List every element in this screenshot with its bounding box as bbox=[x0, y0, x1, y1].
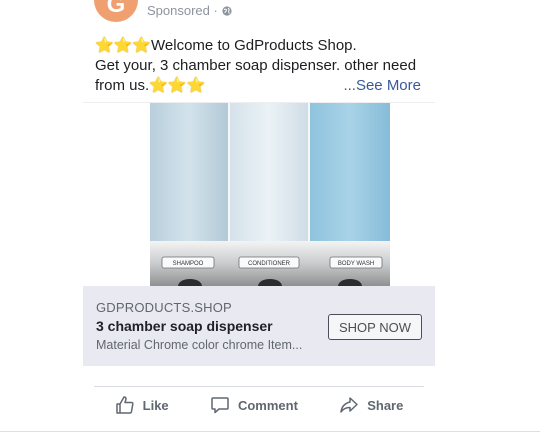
share-button[interactable]: Share bbox=[339, 395, 403, 415]
label-body-wash: BODY WASH bbox=[338, 261, 374, 267]
comment-icon bbox=[211, 397, 229, 414]
post-caption: ⭐⭐⭐Welcome to GdProducts Shop. Get your,… bbox=[95, 36, 421, 96]
globe-icon bbox=[222, 5, 232, 16]
sponsored-label[interactable]: Sponsored · bbox=[147, 3, 218, 18]
link-title: 3 chamber soap dispenser bbox=[96, 318, 273, 334]
link-preview[interactable]: GDPRODUCTS.SHOP 3 chamber soap dispenser… bbox=[83, 286, 435, 366]
divider bbox=[0, 431, 540, 432]
share-label: Share bbox=[367, 397, 404, 413]
avatar[interactable]: G bbox=[94, 0, 138, 22]
stars-emoji: ⭐⭐⭐ bbox=[95, 37, 152, 54]
link-domain: GDPRODUCTS.SHOP bbox=[96, 300, 232, 315]
label-conditioner: CONDITIONER bbox=[248, 261, 291, 267]
sponsored-meta: Sponsored · bbox=[147, 3, 232, 18]
product-image[interactable]: SHAMPOO CONDITIONER BODY WASH bbox=[83, 103, 435, 286]
like-label: Like bbox=[142, 397, 169, 413]
comment-button[interactable]: Comment bbox=[210, 395, 298, 415]
caption-line-3: from us.⭐⭐⭐ ...See More bbox=[95, 76, 421, 96]
ad-post: G Sponsored · ⭐⭐⭐Welcome to GdProducts S… bbox=[83, 0, 435, 435]
action-bar: Like Comment Share bbox=[94, 392, 424, 418]
share-arrow-icon bbox=[340, 397, 358, 413]
soap-dispenser-image: SHAMPOO CONDITIONER BODY WASH bbox=[150, 103, 390, 286]
see-more-link[interactable]: ...See More bbox=[343, 76, 421, 96]
divider bbox=[94, 386, 424, 387]
thumbs-up-icon bbox=[115, 396, 134, 414]
label-shampoo: SHAMPOO bbox=[173, 261, 204, 267]
shop-now-button[interactable]: SHOP NOW bbox=[328, 314, 422, 340]
caption-line-2: Get your, 3 chamber soap dispenser. othe… bbox=[95, 57, 417, 74]
like-button[interactable]: Like bbox=[115, 395, 169, 415]
caption-line-1: ⭐⭐⭐Welcome to GdProducts Shop. bbox=[95, 37, 357, 54]
comment-label: Comment bbox=[237, 397, 298, 413]
link-description: Material Chrome color chrome Item... bbox=[96, 338, 303, 352]
stars-emoji: ⭐⭐⭐ bbox=[149, 77, 206, 94]
